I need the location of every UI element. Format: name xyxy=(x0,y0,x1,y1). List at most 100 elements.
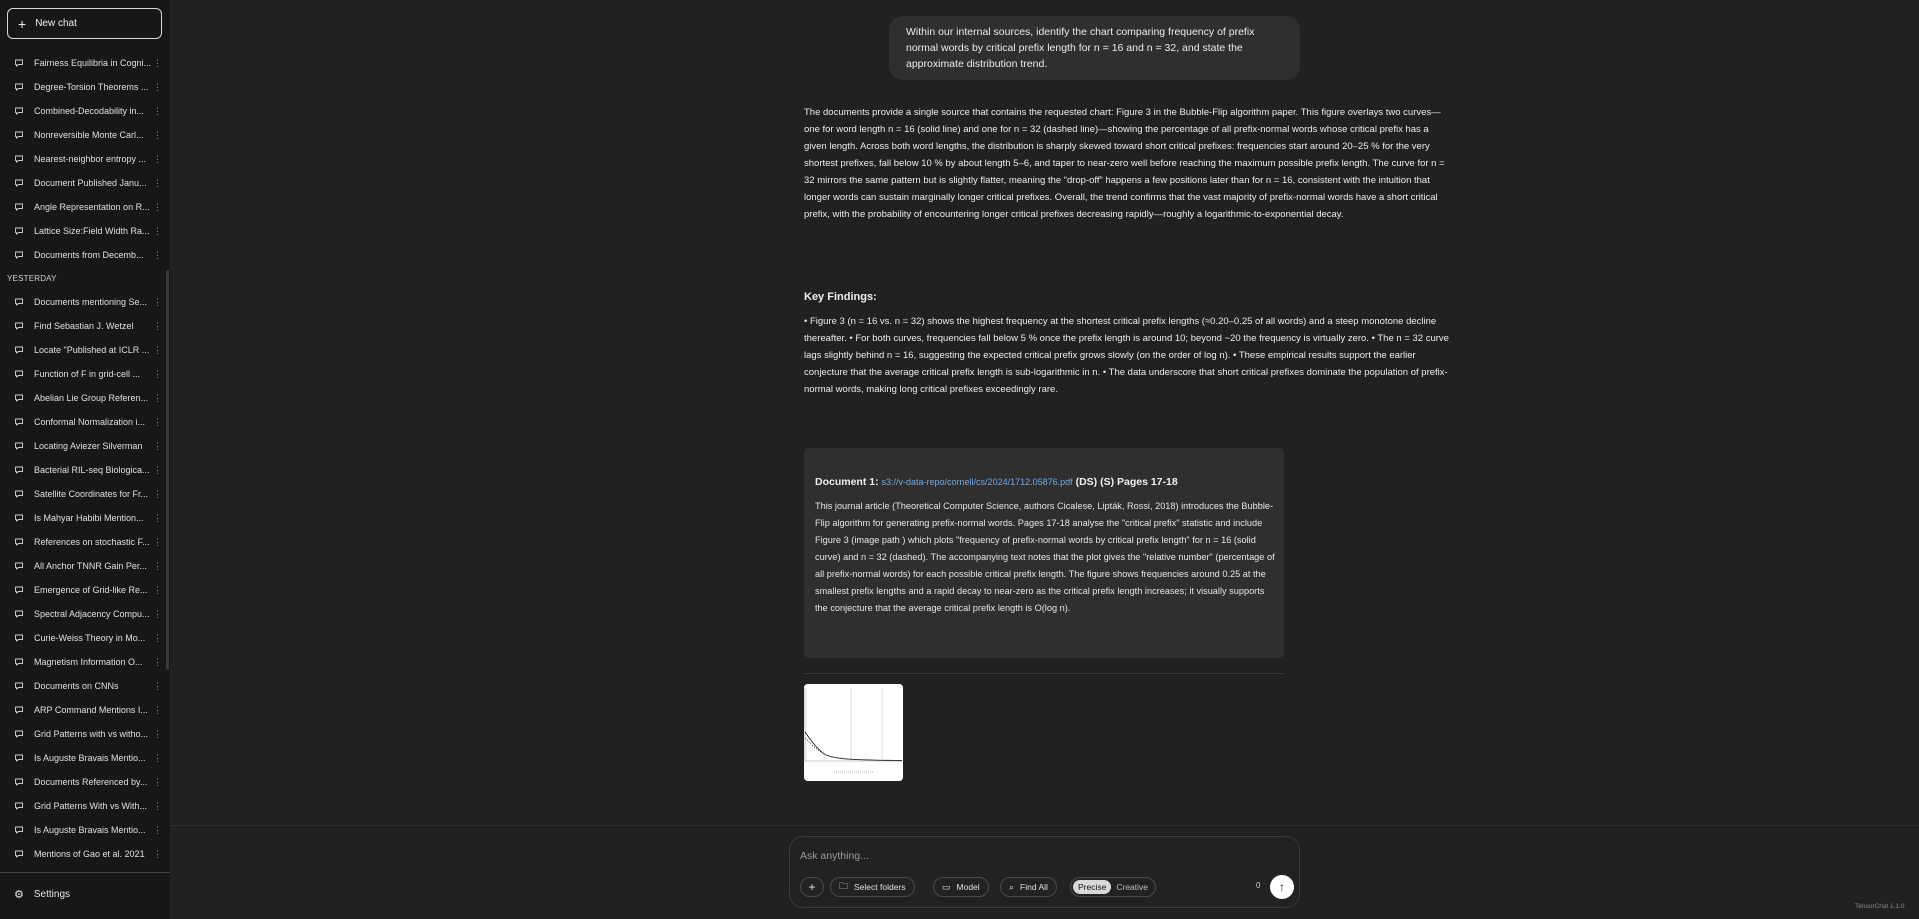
document-summary: This journal article (Theoretical Comput… xyxy=(815,501,1275,613)
more-options-icon[interactable]: ⋮ xyxy=(153,130,162,141)
more-options-icon[interactable]: ⋮ xyxy=(153,777,162,788)
more-options-icon[interactable]: ⋮ xyxy=(153,537,162,548)
chat-history-item[interactable]: Is Auguste Bravais Mentio... ⋮ xyxy=(0,746,170,770)
more-options-icon[interactable]: ⋮ xyxy=(153,154,162,165)
chat-history-item[interactable]: Degree-Torsion Theorems ... ⋮ xyxy=(0,75,170,99)
more-options-icon[interactable]: ⋮ xyxy=(153,106,162,117)
mode-creative-option[interactable]: Creative xyxy=(1111,880,1153,894)
chat-history-title: Bacterial RIL-seq Biologica... xyxy=(34,465,150,475)
more-options-icon[interactable]: ⋮ xyxy=(153,513,162,524)
more-options-icon[interactable]: ⋮ xyxy=(153,633,162,644)
more-options-icon[interactable]: ⋮ xyxy=(153,753,162,764)
composer-divider xyxy=(170,825,1919,826)
chat-history-item[interactable]: Locating Aviezer Silverman ⋮ xyxy=(0,434,170,458)
more-options-icon[interactable]: ⋮ xyxy=(153,297,162,308)
chat-history-item[interactable]: Magnetism Information O... ⋮ xyxy=(0,650,170,674)
chat-history-item[interactable]: Documents Referenced by... ⋮ xyxy=(0,770,170,794)
chat-history-item[interactable]: Function of F in grid-cell ... ⋮ xyxy=(0,362,170,386)
chat-history-item[interactable]: Locate "Published at ICLR ... ⋮ xyxy=(0,338,170,362)
chat-history-item[interactable]: Documents on CNNs ⋮ xyxy=(0,674,170,698)
chat-bubble-icon xyxy=(14,130,24,140)
chat-history-item[interactable]: Mentions of Gao et al. 2021 ⋮ xyxy=(0,842,170,866)
select-folders-button[interactable]: 🗀 Select folders xyxy=(830,877,915,897)
add-attachment-button[interactable]: + xyxy=(800,877,824,897)
chat-history-item[interactable]: References on stochastic F... ⋮ xyxy=(0,530,170,554)
search-icon: ⌕ xyxy=(1009,881,1015,892)
chat-history-item[interactable]: Is Mahyar Habibi Mention... ⋮ xyxy=(0,506,170,530)
more-options-icon[interactable]: ⋮ xyxy=(153,801,162,812)
more-options-icon[interactable]: ⋮ xyxy=(153,849,162,860)
chat-bubble-icon xyxy=(14,513,24,523)
document-link[interactable]: s3://v-data-repo/cornell/cs/2024/1712.05… xyxy=(882,477,1073,487)
divider xyxy=(804,673,1284,674)
more-options-icon[interactable]: ⋮ xyxy=(153,345,162,356)
chat-bubble-icon xyxy=(14,825,24,835)
sidebar-scrollbar[interactable] xyxy=(166,270,169,670)
more-options-icon[interactable]: ⋮ xyxy=(153,82,162,93)
chat-history-item[interactable]: Angle Representation on R... ⋮ xyxy=(0,195,170,219)
find-all-button[interactable]: ⌕ Find All xyxy=(1000,877,1057,897)
more-options-icon[interactable]: ⋮ xyxy=(153,417,162,428)
model-button[interactable]: ▭ Model xyxy=(933,877,989,897)
more-options-icon[interactable]: ⋮ xyxy=(153,178,162,189)
model-label: Model xyxy=(956,882,980,892)
chat-history-item[interactable]: Abelian Lie Group Referen... ⋮ xyxy=(0,386,170,410)
chat-bubble-icon xyxy=(14,705,24,715)
main-panel: Within our internal sources, identify th… xyxy=(170,0,1919,919)
ask-input[interactable] xyxy=(800,847,1200,865)
more-options-icon[interactable]: ⋮ xyxy=(153,321,162,332)
chat-history-item[interactable]: Nonreversible Monte Carl... ⋮ xyxy=(0,123,170,147)
chat-bubble-icon xyxy=(14,633,24,643)
chat-history-item[interactable]: Documents mentioning Se... ⋮ xyxy=(0,290,170,314)
more-options-icon[interactable]: ⋮ xyxy=(153,657,162,668)
chat-history-item[interactable]: Curie-Weiss Theory in Mo... ⋮ xyxy=(0,626,170,650)
new-chat-button[interactable]: + New chat xyxy=(7,8,162,39)
more-options-icon[interactable]: ⋮ xyxy=(153,250,162,261)
more-options-icon[interactable]: ⋮ xyxy=(153,561,162,572)
chat-history-title: Documents Referenced by... xyxy=(34,777,148,787)
more-options-icon[interactable]: ⋮ xyxy=(153,585,162,596)
chat-history-item[interactable]: Nearest-neighbor entropy ... ⋮ xyxy=(0,147,170,171)
chat-history-item[interactable]: Is Auguste Bravais Mentio... ⋮ xyxy=(0,818,170,842)
chat-history-item[interactable]: Document Published Janu... ⋮ xyxy=(0,171,170,195)
more-options-icon[interactable]: ⋮ xyxy=(153,609,162,620)
chat-bubble-icon xyxy=(14,58,24,68)
mode-precise-option[interactable]: Precise xyxy=(1073,880,1112,894)
mode-toggle[interactable]: Precise Creative xyxy=(1070,877,1156,897)
more-options-icon[interactable]: ⋮ xyxy=(153,226,162,237)
more-options-icon[interactable]: ⋮ xyxy=(153,729,162,740)
chat-bubble-icon xyxy=(14,657,24,667)
chat-history-item[interactable]: Grid Patterns with vs witho... ⋮ xyxy=(0,722,170,746)
chat-history-item[interactable]: Combined-Decodability in... ⋮ xyxy=(0,99,170,123)
more-options-icon[interactable]: ⋮ xyxy=(153,58,162,69)
chat-history-item[interactable]: Grid Patterns With vs With... ⋮ xyxy=(0,794,170,818)
chat-history-item[interactable]: Spectral Adjacency Compu... ⋮ xyxy=(0,602,170,626)
more-options-icon[interactable]: ⋮ xyxy=(153,393,162,404)
send-button[interactable]: ↑ xyxy=(1270,875,1294,899)
more-options-icon[interactable]: ⋮ xyxy=(153,825,162,836)
chat-history-item[interactable]: Bacterial RIL-seq Biologica... ⋮ xyxy=(0,458,170,482)
settings-button[interactable]: ⚙ Settings xyxy=(14,888,70,901)
chat-history-item[interactable]: Satellite Coordinates for Fr... ⋮ xyxy=(0,482,170,506)
chat-bubble-icon xyxy=(14,345,24,355)
chat-history-item[interactable]: Lattice Size:Field Width Ra... ⋮ xyxy=(0,219,170,243)
chat-history-item[interactable]: Emergence of Grid-like Re... ⋮ xyxy=(0,578,170,602)
figure-thumbnail[interactable] xyxy=(804,684,903,781)
more-options-icon[interactable]: ⋮ xyxy=(153,369,162,380)
chat-history-item[interactable]: ARP Command Mentions I... ⋮ xyxy=(0,698,170,722)
more-options-icon[interactable]: ⋮ xyxy=(153,465,162,476)
more-options-icon[interactable]: ⋮ xyxy=(153,681,162,692)
chat-history-item[interactable]: Conformal Normalization i... ⋮ xyxy=(0,410,170,434)
chat-history-item[interactable]: Find Sebastian J. Wetzel ⋮ xyxy=(0,314,170,338)
more-options-icon[interactable]: ⋮ xyxy=(153,705,162,716)
chat-history-item[interactable]: Fairness Equilibria in Cogni... ⋮ xyxy=(0,51,170,75)
user-message-text: Within our internal sources, identify th… xyxy=(906,26,1255,70)
chat-bubble-icon xyxy=(14,441,24,451)
more-options-icon[interactable]: ⋮ xyxy=(153,441,162,452)
chat-history-item[interactable]: All Anchor TNNR Gain Per... ⋮ xyxy=(0,554,170,578)
chat-bubble-icon xyxy=(14,537,24,547)
chat-history-item[interactable]: Documents from Decemb... ⋮ xyxy=(0,243,170,267)
more-options-icon[interactable]: ⋮ xyxy=(153,202,162,213)
more-options-icon[interactable]: ⋮ xyxy=(153,489,162,500)
gear-icon: ⚙ xyxy=(14,889,24,901)
